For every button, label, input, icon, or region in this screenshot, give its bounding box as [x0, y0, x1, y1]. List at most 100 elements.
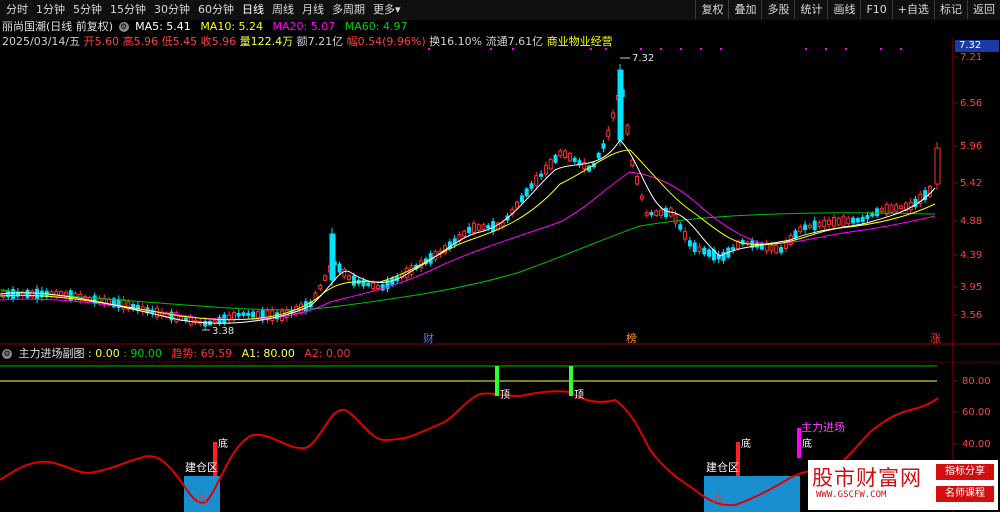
candle-body: [611, 112, 616, 119]
watermark-logo: 股市财富网 WWW.GSCFW.COM 指标分享 名师课程: [808, 460, 998, 510]
event-marker: [880, 48, 882, 50]
low-price-label: 3.38: [212, 326, 234, 337]
candle-body: [673, 214, 678, 224]
candle-body: [635, 175, 640, 185]
candle-body: [659, 209, 664, 217]
event-marker: [428, 48, 430, 50]
candle-body: [255, 311, 260, 319]
candle-body: [347, 275, 352, 280]
candle-body: [318, 285, 323, 290]
candle-body: [342, 268, 347, 277]
event-marker: [640, 48, 642, 50]
candle-body: [817, 222, 822, 227]
candle-body: [231, 312, 236, 321]
candle-body: [875, 208, 880, 217]
candle-body: [548, 159, 553, 170]
candle-body: [543, 164, 548, 175]
watermark-tag-2: 名师课程: [936, 486, 994, 502]
event-marker: [720, 48, 722, 50]
sub-axis: 80.00 60.00 40.00: [953, 376, 991, 450]
candle-body: [779, 247, 784, 253]
watermark-title: 股市财富网: [812, 466, 922, 490]
candle-body: [855, 218, 860, 223]
sub-settings-icon[interactable]: ⚙: [2, 349, 12, 359]
peak-price-label: 7.32: [632, 53, 654, 64]
candle-body: [851, 217, 856, 224]
candle-body: [934, 147, 941, 185]
candle-body: [217, 316, 222, 324]
candle-body: [241, 312, 246, 316]
event-marker: [900, 48, 902, 50]
price-axis-label: 5.96: [960, 141, 982, 152]
candle-body: [812, 220, 817, 231]
price-axis: 7.21 6.56 5.96 5.42 4.88 4.39 3.95 3.56: [953, 52, 982, 321]
candle-body: [663, 207, 668, 218]
candle-body: [563, 150, 568, 159]
event-marker: [512, 48, 514, 50]
candlesticks: [1, 64, 941, 330]
event-label-bang: 榜: [626, 331, 637, 345]
price-axis-label: 3.95: [960, 282, 982, 293]
sub-a1: A1: 80.00: [241, 347, 295, 360]
kline-chart[interactable]: 7.21 6.56 5.96 5.42 4.88 4.39 3.95 3.56 7.32 3.…: [0, 0, 1000, 512]
price-axis-label: 6.56: [960, 98, 982, 109]
bottom-label-2: 底: [741, 437, 751, 450]
candle-body: [539, 173, 544, 177]
candle-body: [617, 69, 624, 141]
candle-body: [203, 320, 208, 327]
sub-panel-header: ⚙ 主力进场副图 : 0.00 : 90.00 趋势: 69.59 A1: 80…: [0, 347, 351, 361]
event-markers: [428, 48, 902, 50]
sub-value-2: : 90.00: [123, 347, 162, 360]
candle-body: [534, 175, 539, 186]
candle-body: [366, 282, 371, 287]
candle-body: [212, 319, 217, 324]
sub-axis-label: 60.00: [962, 407, 991, 418]
ma20-line: [0, 171, 936, 320]
price-axis-label: 3.56: [960, 310, 982, 321]
candle-body: [827, 219, 832, 226]
event-marker: [490, 48, 492, 50]
candle-body: [769, 245, 774, 251]
candle-body: [846, 217, 851, 225]
event-marker: [590, 48, 592, 50]
candle-body: [500, 222, 505, 227]
candle-body: [683, 230, 688, 240]
candle-body: [860, 216, 865, 223]
candle-body: [486, 225, 491, 229]
candle-body: [404, 267, 409, 279]
candle-body: [879, 208, 884, 212]
candle-body: [908, 201, 913, 211]
candle-body: [572, 157, 577, 162]
top-label-1: 顶: [500, 389, 510, 401]
price-axis-label: 4.88: [960, 216, 982, 227]
candle-body: [687, 240, 692, 247]
event-marker: [605, 48, 607, 50]
main-entry-label: 主力进场: [801, 420, 845, 434]
candle-body: [649, 212, 654, 216]
sub-axis-label: 80.00: [962, 376, 991, 387]
candle-body: [462, 230, 467, 237]
price-axis-label: 4.39: [960, 250, 982, 261]
sub-panel-title: 主力进场副图: [18, 347, 85, 360]
price-axis-label: 7.21: [960, 52, 982, 63]
bottom-label-3: 底: [802, 437, 812, 450]
candle-body: [774, 244, 779, 254]
candle-body: [707, 249, 712, 257]
event-marker: [825, 48, 827, 50]
candle-body: [467, 226, 472, 233]
candle-body: [822, 219, 827, 228]
event-marker: [700, 48, 702, 50]
candle-body: [567, 152, 572, 162]
event-label-zhang: 涨: [930, 332, 941, 345]
candle-body: [481, 224, 486, 231]
candle-body: [678, 224, 683, 230]
candle-body: [841, 215, 846, 227]
candle-body: [692, 242, 697, 252]
candle-body: [697, 246, 702, 253]
candle-body: [246, 312, 251, 316]
top-label-2: 顶: [574, 389, 584, 401]
candle-body: [529, 183, 534, 189]
candle-body: [375, 285, 380, 289]
candle-body: [251, 311, 256, 318]
candle-body: [630, 159, 635, 167]
